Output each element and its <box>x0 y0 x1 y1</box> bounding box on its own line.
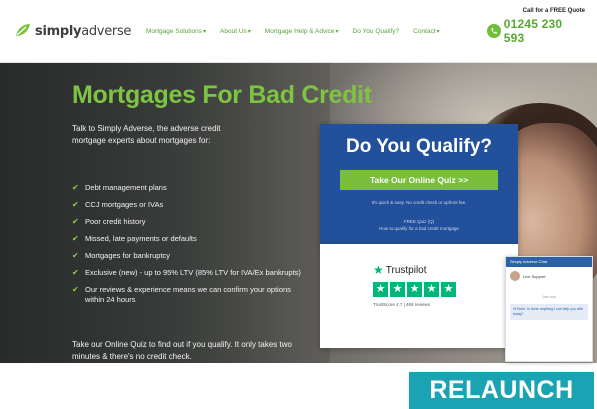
benefit-list: ✔ Debt management plans ✔ CCJ mortgages or… <box>72 183 312 312</box>
take-quiz-button[interactable]: Take Our Online Quiz >> <box>340 170 498 190</box>
chat-header: Simply Adverse Chat <box>506 257 592 267</box>
nav-label: Mortgage Solutions <box>146 28 203 35</box>
checkmark-icon: ✔ <box>72 285 79 294</box>
list-item-text: Poor credit history <box>85 217 146 226</box>
checkmark-icon: ✔ <box>72 183 79 192</box>
list-item: ✔ Poor credit history <box>72 217 312 227</box>
checkmark-icon: ✔ <box>72 268 79 277</box>
list-item-text: CCJ mortgages or IVAs <box>85 200 164 209</box>
star-icon: ★ <box>424 282 439 297</box>
checkmark-icon: ✔ <box>72 200 79 209</box>
chevron-down-icon: ▾ <box>203 29 207 35</box>
list-item: ✔ Our reviews & experience means we can c… <box>72 285 312 305</box>
page-title: Mortgages For Bad Credit <box>72 81 372 109</box>
nav-mortgage-solutions[interactable]: Mortgage Solutions▾ <box>146 28 206 35</box>
logo-leaf-icon <box>14 22 32 40</box>
site-logo[interactable]: simply adverse <box>14 22 131 40</box>
checkmark-icon: ✔ <box>72 234 79 243</box>
list-item-text: Exclusive (new) - up to 95% LTV (85% LTV… <box>85 268 301 277</box>
trustpilot-rating: ★ ★ ★ ★ ★ <box>373 282 456 297</box>
nav-about-us[interactable]: About Us▾ <box>220 28 251 35</box>
hero-cta-text: Take our Online Quiz to find out if you … <box>72 340 292 361</box>
call-label: Call for a FREE Quote <box>522 8 585 14</box>
qualify-small-line: FREE Quiz (Q) <box>403 219 435 224</box>
star-icon: ★ <box>390 282 405 297</box>
nav-label: Do You Qualify? <box>352 28 400 35</box>
logo-text-adverse: adverse <box>81 23 132 39</box>
list-item-text: Missed, late payments or defaults <box>85 234 197 243</box>
nav-mortgage-help[interactable]: Mortgage Help & Advice▾ <box>265 28 339 35</box>
nav-label: About Us <box>220 28 247 35</box>
list-item: ✔ Debt management plans <box>72 183 312 193</box>
star-icon: ★ <box>373 282 388 297</box>
phone-number: 01245 230 593 <box>503 17 563 45</box>
chat-widget[interactable]: Simply Adverse Chat Live Support Just no… <box>505 256 593 362</box>
nav-contact[interactable]: Contact▾ <box>413 28 439 35</box>
qualify-title: Do You Qualify? <box>345 136 493 157</box>
phone-link[interactable]: 01245 230 593 <box>487 17 585 45</box>
site-header: simply adverse Mortgage Solutions▾ About… <box>0 0 597 63</box>
logo-text-simply: simply <box>35 23 82 39</box>
chat-agent-name: Live Support <box>523 273 546 279</box>
qualify-small-link[interactable]: How to qualify for a bad credit mortgage <box>330 225 508 232</box>
phone-icon <box>487 24 501 38</box>
call-box: Call for a FREE Quote 01245 230 593 <box>487 8 585 45</box>
chat-timestamp: Just now <box>542 295 556 299</box>
qualify-small-text: FREE Quiz (Q) How to qualify for a bad c… <box>330 218 508 232</box>
trustpilot-score: TrustScore 4.7 | 469 reviews <box>373 302 431 307</box>
avatar <box>510 271 520 281</box>
list-item-text: Debt management plans <box>85 183 167 192</box>
qualify-note: It's quick & easy. No credit check or up… <box>371 200 467 205</box>
relaunch-badge: RELAUNCH <box>409 372 594 409</box>
nav-label: Mortgage Help & Advice <box>264 28 335 35</box>
hero-intro: Talk to Simply Adverse, the adverse cred… <box>72 124 221 145</box>
trustpilot-widget[interactable]: ★ Trustpilot ★ ★ ★ ★ ★ TrustScore 4.7 | … <box>320 244 518 348</box>
star-icon: ★ <box>441 282 456 297</box>
checkmark-icon: ✔ <box>72 251 79 260</box>
list-item: ✔ Mortgages for bankruptcy <box>72 251 312 261</box>
star-icon: ★ <box>407 282 422 297</box>
trustpilot-star-icon: ★ <box>373 263 384 277</box>
chevron-down-icon: ▾ <box>335 29 339 35</box>
list-item-text: Our reviews & experience means we can co… <box>85 285 291 304</box>
trustpilot-brand: Trustpilot <box>385 264 427 276</box>
list-item-text: Mortgages for bankruptcy <box>85 251 171 260</box>
qualify-card: Do You Qualify? Take Our Online Quiz >> … <box>320 124 518 244</box>
trustpilot-logo: ★ Trustpilot <box>373 264 427 276</box>
chat-message: Hi there. Is there anything I can help y… <box>510 304 588 320</box>
list-item: ✔ CCJ mortgages or IVAs <box>72 200 312 210</box>
list-item: ✔ Missed, late payments or defaults <box>72 234 312 244</box>
nav-label: Contact <box>413 28 436 35</box>
chat-agent: Live Support <box>506 267 592 281</box>
checkmark-icon: ✔ <box>72 217 79 226</box>
main-navigation: Mortgage Solutions▾ About Us▾ Mortgage H… <box>146 28 440 35</box>
chevron-down-icon: ▾ <box>436 29 440 35</box>
chevron-down-icon: ▾ <box>247 29 251 35</box>
nav-do-you-qualify[interactable]: Do You Qualify? <box>353 28 400 35</box>
list-item: ✔ Exclusive (new) - up to 95% LTV (85% LT… <box>72 268 312 278</box>
